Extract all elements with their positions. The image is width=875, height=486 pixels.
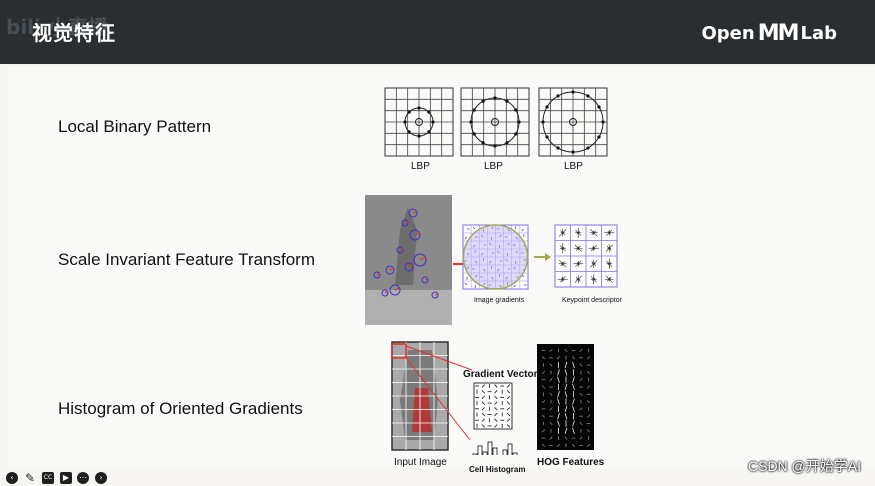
forward-icon[interactable]: › [95,472,107,484]
slide-title: 视觉特征 [32,21,116,45]
histogram-bar [477,445,483,455]
sift-diagram [365,195,618,325]
histogram-bar [482,451,488,455]
back-icon[interactable]: ‹ [6,472,18,484]
keypoint-descriptor-caption: Keypoint descriptor [562,297,622,304]
lbp-caption-2: LBP [484,161,503,172]
lbp-sample-point [545,135,549,139]
lbp-sample-point [517,120,521,124]
lbp-sample-point [586,146,590,150]
hog-diagram [391,341,594,455]
lbp-caption-3: LBP [564,161,583,172]
openmmlab-logo: Open MM Lab [701,21,837,46]
captions-icon[interactable]: CC [42,472,54,484]
lbp-sample-point [403,120,407,124]
lbp-sample-point [417,106,421,110]
more-icon[interactable]: ⋯ [77,472,89,484]
lbp-sample-point [469,120,473,124]
lbp-sample-point [427,130,431,134]
gradient-vector-caption: Gradient Vector [463,369,538,380]
lbp-sample-point [427,110,431,114]
lbp-sample-point [431,120,435,124]
lbp-sample-point [493,144,497,148]
lbp-label: Local Binary Pattern [58,117,212,136]
lbp-sample-point [541,120,545,124]
player-controls: ‹ ✎ CC ▶ ⋯ › CSDN @开始学AI [0,458,875,486]
image-gradients-caption: Image gradients [474,297,525,304]
csdn-watermark: CSDN @开始学AI [748,458,861,474]
lbp-sample-point [505,141,509,145]
lbp-sample-point [514,108,518,112]
lbp-sample-point [601,120,605,124]
lbp-sample-point [481,99,485,103]
histogram-bar [487,441,493,455]
logo-text-open: Open [701,23,755,44]
lbp-sample-point [556,94,560,98]
lbp-sample-point [407,110,411,114]
lbp-sample-point [545,105,549,109]
lbp-sample-point [407,130,411,134]
sift-arrowhead-olive [545,253,551,261]
gradient-vector-grid [473,382,513,430]
logo-mark: MM [757,21,800,46]
lbp-sample-point [556,146,560,150]
histogram-bar [512,452,518,455]
lbp-caption-1: LBP [411,161,430,172]
lbp-sample-point [505,99,509,103]
lbp-sample-point [472,132,476,136]
sift-photo-ground [365,290,452,325]
lbp-sample-point [571,90,575,94]
histogram-bar [507,443,513,455]
lbp-sample-point [417,134,421,138]
lbp-sample-point [571,150,575,154]
hog-features-image [537,344,594,450]
histogram-bar [502,449,508,455]
lbp-sample-point [472,108,476,112]
lbp-sample-point [493,96,497,100]
logo-text-lab: Lab [800,23,837,44]
lbp-sample-point [481,141,485,145]
histogram-bar [492,447,498,455]
slide-header: bili 小直播 视觉特征 Open MM Lab [0,0,875,64]
lbp-sample-point [597,135,601,139]
lbp-sample-point [597,105,601,109]
gaussian-window [462,224,529,290]
sift-label: Scale Invariant Feature Transform [58,250,316,269]
lbp-sample-point [586,94,590,98]
histogram-bar [472,453,478,455]
hog-label: Histogram of Oriented Gradients [58,399,303,418]
pen-icon[interactable]: ✎ [24,472,36,484]
lbp-sample-point [514,132,518,136]
camera-icon[interactable]: ▶ [60,472,72,484]
